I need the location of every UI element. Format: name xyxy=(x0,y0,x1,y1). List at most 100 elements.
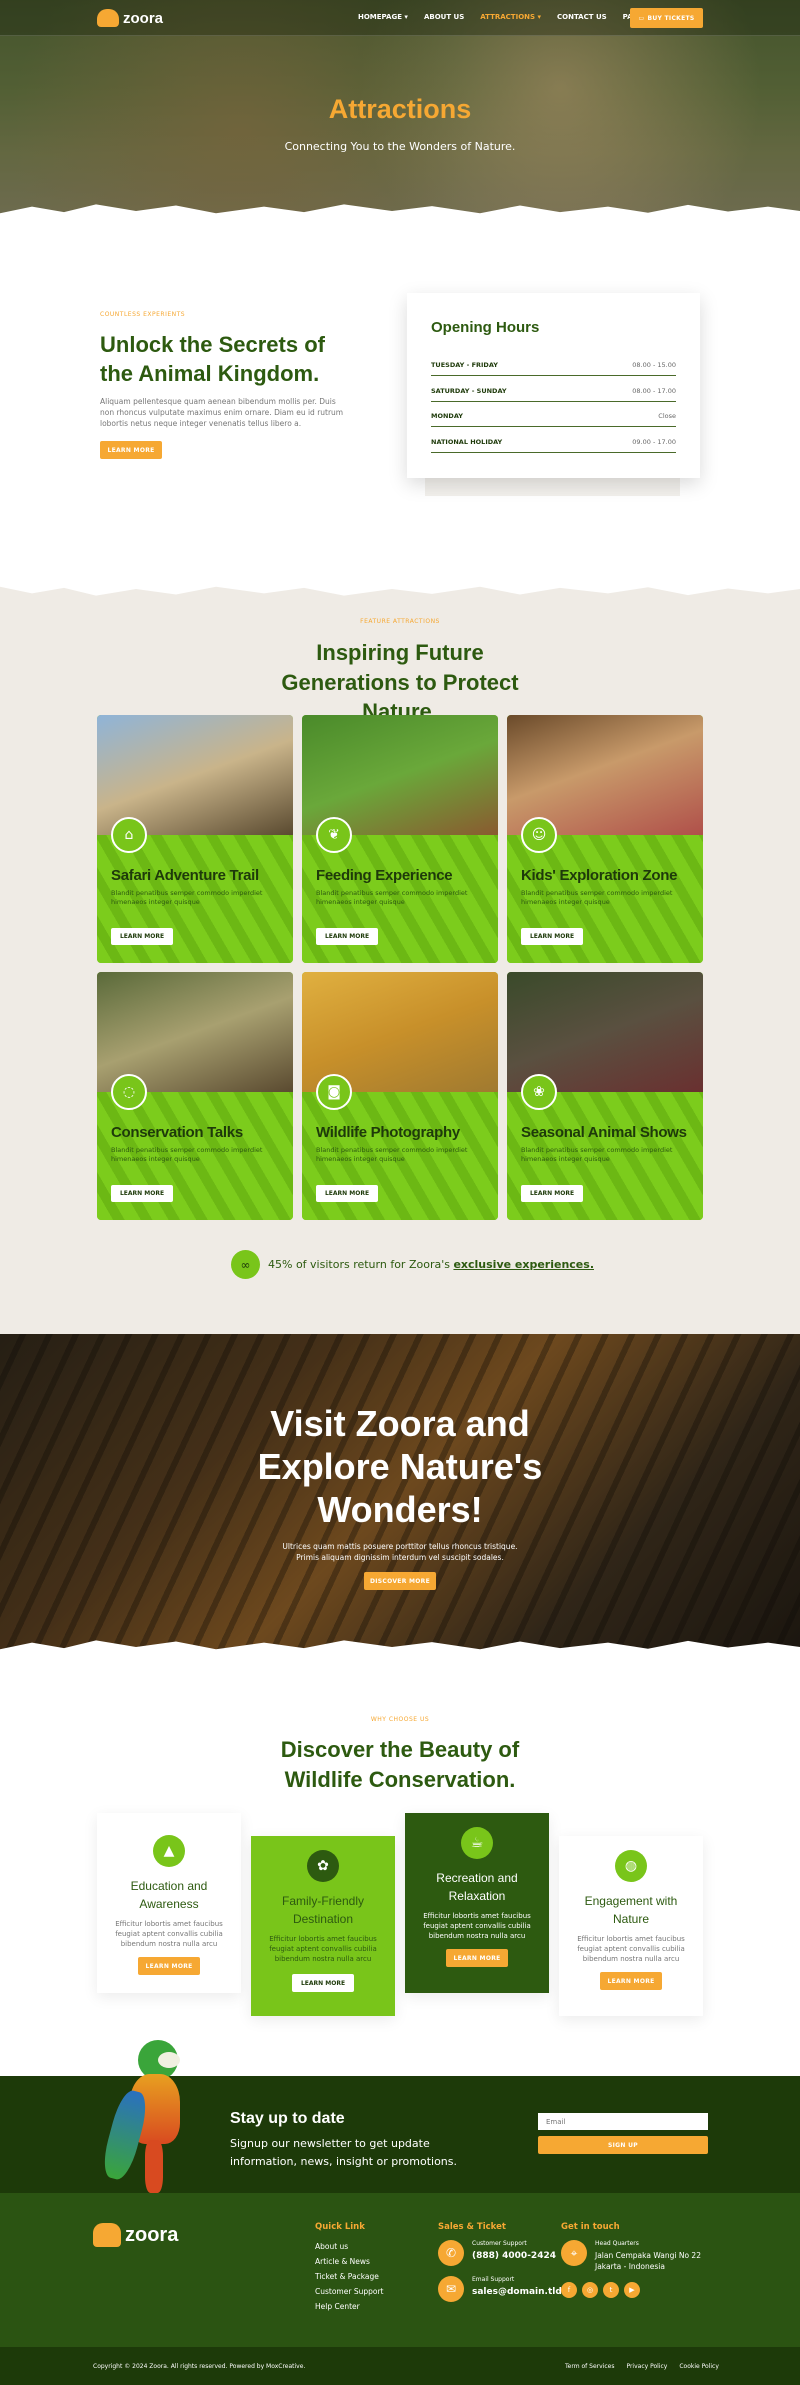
hero-section: zoora HOMEPAGE ▾ ABOUT US ATTRACTIONS ▾ … xyxy=(0,0,800,220)
banner-text: Ultrices quam mattis posuere porttitor t… xyxy=(282,1542,518,1562)
why-card-title: Family-Friendly Destination xyxy=(281,1894,364,1926)
nav-item-attractions[interactable]: ATTRACTIONS ▾ xyxy=(480,13,541,21)
get-in-touch: Get in touch ⌖ Head Quarters Jalan Cempa… xyxy=(561,2222,711,2298)
intro-eyebrow: COUNTLESS EXPERIENTS xyxy=(100,311,186,318)
hours-row: TUESDAY - FRIDAY 08.00 - 15.00 xyxy=(431,361,676,376)
card-text: Blandit penatibus semper commodo imperdi… xyxy=(316,1146,468,1164)
why-card-title: Engagement with Nature xyxy=(584,1894,678,1926)
map-pin-icon: ⌖ xyxy=(561,2240,587,2266)
sales-ticket: Sales & Ticket ✆ Customer Support (888) … xyxy=(438,2222,562,2302)
privacy-link[interactable]: Privacy Policy xyxy=(626,2363,667,2370)
attraction-card[interactable]: ❀ Seasonal Animal Shows Blandit penatibu… xyxy=(507,972,703,1220)
torn-edge-top xyxy=(0,578,800,600)
sales-title: Sales & Ticket xyxy=(438,2222,506,2232)
return-stat: 45% of visitors return for Zoora's exclu… xyxy=(268,1258,594,1271)
quick-links-title: Quick Link xyxy=(315,2222,365,2232)
nav-item-contact[interactable]: CONTACT US xyxy=(557,13,607,21)
card-title: Conservation Talks xyxy=(111,1124,243,1141)
brand-name: zoora xyxy=(123,9,164,27)
tripadvisor-icon: ∞ xyxy=(231,1250,260,1279)
attraction-card[interactable]: ◙ Wildlife Photography Blandit penatibus… xyxy=(302,972,498,1220)
footer-link-help[interactable]: Help Center xyxy=(315,2302,383,2311)
brand-logo[interactable]: zoora xyxy=(97,9,163,27)
exclusive-experiences-link[interactable]: exclusive experiences. xyxy=(453,1258,594,1271)
nav-links: HOMEPAGE ▾ ABOUT US ATTRACTIONS ▾ CONTAC… xyxy=(358,13,654,21)
support-email[interactable]: sales@domain.tld xyxy=(472,2287,562,2297)
elephant-logo-icon xyxy=(97,9,119,27)
hq-address: Jalan Cempaka Wangi No 22 Jakarta - Indo… xyxy=(595,2251,701,2271)
newsletter-title: Stay up to date xyxy=(230,2110,345,2127)
elephant-logo-icon xyxy=(93,2223,121,2247)
safari-hat-icon: ⌂ xyxy=(111,817,147,853)
attraction-card[interactable]: ⌂ Safari Adventure Trail Blandit penatib… xyxy=(97,715,293,963)
attraction-card[interactable]: ☺ Kids' Exploration Zone Blandit penatib… xyxy=(507,715,703,963)
terms-link[interactable]: Term of Services xyxy=(565,2363,614,2370)
footer-link-ticket[interactable]: Ticket & Package xyxy=(315,2272,383,2281)
card-text: Blandit penatibus semper commodo imperdi… xyxy=(521,1146,673,1164)
card-learn-more-button[interactable]: LEARN MORE xyxy=(111,928,173,945)
card-learn-more-button[interactable]: LEARN MORE xyxy=(111,1185,173,1202)
attraction-card[interactable]: ◌ Conservation Talks Blandit penatibus s… xyxy=(97,972,293,1220)
why-card-text: Efficitur lobortis amet faucibus feugiat… xyxy=(269,1935,377,1964)
why-card-title: Recreation and Relaxation xyxy=(436,1871,518,1903)
discover-more-button[interactable]: DISCOVER MORE xyxy=(364,1572,436,1590)
instagram-icon[interactable]: ◎ xyxy=(582,2282,598,2298)
why-learn-more-button[interactable]: LEARN MORE xyxy=(292,1974,354,1993)
why-learn-more-button[interactable]: LEARN MORE xyxy=(446,1949,508,1968)
card-title: Kids' Exploration Zone xyxy=(521,867,678,884)
attractions-heading: Inspiring Future Generations to Protect … xyxy=(281,640,519,725)
footer-logo[interactable]: zoora xyxy=(93,2223,178,2247)
facebook-icon[interactable]: f xyxy=(561,2282,577,2298)
card-learn-more-button[interactable]: LEARN MORE xyxy=(521,1185,583,1202)
card-text: Blandit penatibus semper commodo imperdi… xyxy=(316,889,468,907)
why-learn-more-button[interactable]: LEARN MORE xyxy=(600,1972,662,1991)
why-card: ☕ Recreation and Relaxation Efficitur lo… xyxy=(405,1813,549,1993)
cookie-link[interactable]: Cookie Policy xyxy=(679,2363,719,2370)
torn-edge-divider xyxy=(0,1640,800,1654)
attractions-eyebrow: FEATURE ATTRACTIONS xyxy=(360,618,440,625)
hours-title: Opening Hours xyxy=(431,319,540,336)
attraction-card[interactable]: ❦ Feeding Experience Blandit penatibus s… xyxy=(302,715,498,963)
why-eyebrow: WHY CHOOSE US xyxy=(370,1716,430,1723)
card-learn-more-button[interactable]: LEARN MORE xyxy=(316,928,378,945)
youtube-icon[interactable]: ▶ xyxy=(624,2282,640,2298)
card-title: Seasonal Animal Shows xyxy=(521,1124,687,1141)
footer: zoora Quick Link About us Article & News… xyxy=(0,2193,800,2347)
footer-link-about[interactable]: About us xyxy=(315,2242,383,2251)
mail-icon: ✉ xyxy=(438,2276,464,2302)
phone-icon: ✆ xyxy=(438,2240,464,2266)
email-label: Email Support xyxy=(472,2276,515,2283)
email-input[interactable] xyxy=(538,2113,708,2130)
brand-name: zoora xyxy=(125,2223,179,2246)
why-card-text: Efficitur lobortis amet faucibus feugiat… xyxy=(115,1920,223,1949)
legal-links: Term of Services Privacy Policy Cookie P… xyxy=(565,2363,719,2370)
camera-icon: ◙ xyxy=(316,1074,352,1110)
nav-item-homepage[interactable]: HOMEPAGE ▾ xyxy=(358,13,408,21)
footer-link-support[interactable]: Customer Support xyxy=(315,2287,383,2296)
support-phone[interactable]: (888) 4000-2424 xyxy=(472,2251,556,2261)
leaf-icon: ❦ xyxy=(316,817,352,853)
newsletter-text: Signup our newsletter to get update info… xyxy=(230,2137,458,2168)
top-nav: zoora HOMEPAGE ▾ ABOUT US ATTRACTIONS ▾ … xyxy=(0,0,800,36)
hours-card-shadow-layer xyxy=(425,478,680,496)
why-card: ▲ Education and Awareness Efficitur lobo… xyxy=(97,1813,241,1993)
footer-link-news[interactable]: Article & News xyxy=(315,2257,383,2266)
card-text: Blandit penatibus semper commodo imperdi… xyxy=(111,889,263,907)
parrot-image xyxy=(98,2040,210,2193)
torn-edge-divider xyxy=(0,204,800,220)
why-heading: Discover the Beauty of Wildlife Conserva… xyxy=(280,1737,520,1792)
paw-icon: ❀ xyxy=(521,1074,557,1110)
hours-row: NATIONAL HOLIDAY 09.00 - 17.00 xyxy=(431,438,676,453)
graduation-cap-icon: ▲ xyxy=(153,1835,185,1867)
nav-item-about[interactable]: ABOUT US xyxy=(424,13,464,21)
intro-learn-more-button[interactable]: LEARN MORE xyxy=(100,441,162,459)
banner-heading: Visit Zoora and Explore Nature's Wonders… xyxy=(257,1403,543,1531)
card-learn-more-button[interactable]: LEARN MORE xyxy=(521,928,583,945)
sign-up-button[interactable]: SIGN UP xyxy=(538,2136,708,2154)
coffee-cup-icon: ☕ xyxy=(461,1827,493,1859)
hours-row: SATURDAY - SUNDAY 08.00 - 17.00 xyxy=(431,387,676,402)
buy-tickets-button[interactable]: ▭ BUY TICKETS xyxy=(630,8,703,28)
twitter-icon[interactable]: t xyxy=(603,2282,619,2298)
why-learn-more-button[interactable]: LEARN MORE xyxy=(138,1957,200,1976)
card-learn-more-button[interactable]: LEARN MORE xyxy=(316,1185,378,1202)
